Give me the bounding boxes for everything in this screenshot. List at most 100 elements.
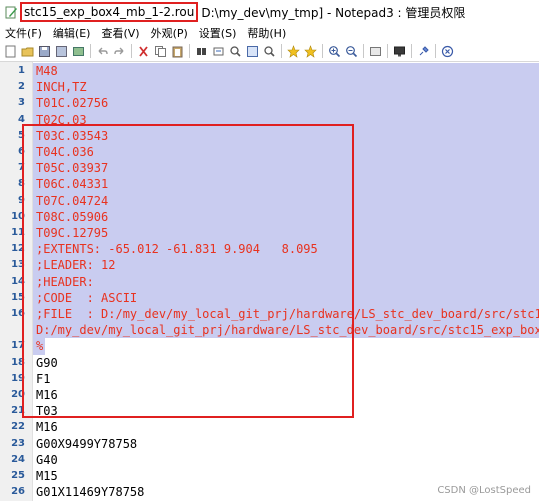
line-number: 9 (18, 194, 25, 206)
find-replace-icon[interactable] (211, 44, 226, 59)
menu-file[interactable]: 文件(F) (0, 25, 48, 41)
toolbar-separator (90, 44, 91, 58)
title-bar: stc15_exp_box4_mb_1-2.rou D:\my_dev\my_t… (0, 0, 539, 24)
favorite-icon[interactable] (286, 44, 301, 59)
code-line: 6 T04C.036 (0, 144, 539, 161)
line-text: T03 (36, 404, 58, 419)
undo-icon[interactable] (95, 44, 110, 59)
line-text: T09C.12795 (36, 226, 109, 240)
toolbar (0, 42, 539, 60)
line-text: % (36, 339, 44, 354)
line-text: G00X9499Y78758 (36, 436, 138, 451)
line-number: 23 (11, 437, 25, 449)
code-line: 7 T05C.03937 (0, 160, 539, 177)
toolbar-separator (411, 44, 412, 58)
selection-background (33, 127, 539, 144)
cut-icon[interactable] (136, 44, 151, 59)
code-line: 2 INCH,TZ (0, 79, 539, 96)
selection-background (33, 225, 539, 242)
line-text: T02C.03 (36, 112, 87, 127)
code-line: 11 T09C.12795 (0, 225, 539, 242)
menu-appearance[interactable]: 外观(P) (146, 25, 194, 41)
toolbar-separator (435, 44, 436, 58)
goto-icon[interactable] (228, 44, 243, 59)
selection-background (33, 160, 539, 177)
window-title-filename: stc15_exp_box4_mb_1-2.rou (20, 2, 199, 22)
line-number: 17 (11, 340, 25, 352)
line-text: G01X11469Y78758 (36, 485, 145, 500)
zoom-in-icon[interactable] (327, 44, 342, 59)
code-line: 8 T06C.04331 (0, 176, 539, 193)
line-number: 5 (18, 129, 25, 141)
line-number: 25 (11, 470, 25, 481)
code-line: 17% (0, 338, 539, 355)
close-icon[interactable] (440, 44, 455, 59)
paste-icon[interactable] (170, 44, 185, 59)
line-number: 22 (11, 421, 25, 433)
selection-background (33, 273, 539, 290)
selection-background (33, 176, 539, 193)
line-number: 19 (11, 372, 25, 384)
find-icon[interactable] (194, 44, 209, 59)
selection-background (33, 208, 539, 225)
search-icon[interactable] (262, 44, 277, 59)
line-text: T07C.04724 (36, 193, 109, 208)
pin-icon[interactable] (416, 44, 431, 59)
toolbar-separator (363, 44, 364, 58)
line-number: 3 (18, 97, 25, 109)
menu-help[interactable]: 帮助(H) (242, 25, 292, 41)
export-icon[interactable] (71, 44, 86, 59)
line-text: ;EXTENTS: -65.012 -61.831 9.904 8.095 (36, 242, 318, 257)
code-line: 25 M15 (0, 468, 539, 484)
code-line: 12 ;EXTENTS: -65.012 -61.831 9.904 8.095 (0, 241, 539, 258)
line-text: ;HEADER: (36, 274, 94, 289)
selection-background (33, 192, 539, 209)
menu-edit[interactable]: 编辑(E) (48, 25, 97, 41)
line-number: 8 (18, 178, 25, 190)
menu-settings[interactable]: 设置(S) (194, 25, 243, 41)
save-as-icon[interactable] (54, 44, 69, 59)
copy-icon[interactable] (153, 44, 168, 59)
line-text: G90 (36, 355, 58, 370)
toolbar-separator (281, 44, 282, 58)
line-text: T06C.04331 (36, 177, 109, 192)
code-line: 20 M16 (0, 387, 539, 403)
code-line: 18 G90 (0, 355, 539, 371)
screen-icon[interactable] (392, 44, 407, 59)
line-text: T03C.03543 (36, 128, 109, 143)
selection-background (33, 111, 539, 128)
view-icon[interactable] (368, 44, 383, 59)
line-number: 1 (18, 65, 25, 76)
code-line: 23 G00X9499Y78758 (0, 436, 539, 452)
menu-view[interactable]: 查看(V) (96, 25, 145, 41)
line-text: M15 (36, 469, 58, 483)
line-number: 21 (11, 405, 25, 417)
line-number: 18 (11, 356, 25, 368)
editor-area[interactable]: 1 M48 2 INCH,TZ 3 T01C.02756 4 T02C.03 5 T03C.035… (0, 61, 539, 501)
zoom-out-icon[interactable] (344, 44, 359, 59)
toolbar-separator (322, 44, 323, 58)
line-text: F1 (36, 371, 51, 386)
code-line: 3 T01C.02756 (0, 95, 539, 112)
line-text: T05C.03937 (36, 161, 109, 176)
line-text: G40 (36, 452, 58, 467)
line-number: 12 (11, 243, 25, 255)
new-file-icon[interactable] (3, 44, 18, 59)
line-number: 16 (11, 308, 25, 319)
line-text: ;LEADER: 12 (36, 258, 116, 273)
line-number: 13 (11, 259, 25, 271)
selection-background (33, 95, 539, 112)
toolbar-separator (189, 44, 190, 58)
selection-background (33, 63, 539, 80)
code-line: 21 T03 (0, 403, 539, 419)
redo-icon[interactable] (112, 44, 127, 59)
code-line: 4 T02C.03 (0, 111, 539, 128)
code-line: 10 T08C.05906 (0, 208, 539, 225)
open-folder-icon[interactable] (20, 44, 35, 59)
line-number: 10 (11, 210, 25, 222)
select-icon[interactable] (245, 44, 260, 59)
code-line: 24 G40 (0, 452, 539, 468)
save-icon[interactable] (37, 44, 52, 59)
add-favorite-icon[interactable] (303, 44, 318, 59)
code-line: 14 ;HEADER: (0, 273, 539, 290)
